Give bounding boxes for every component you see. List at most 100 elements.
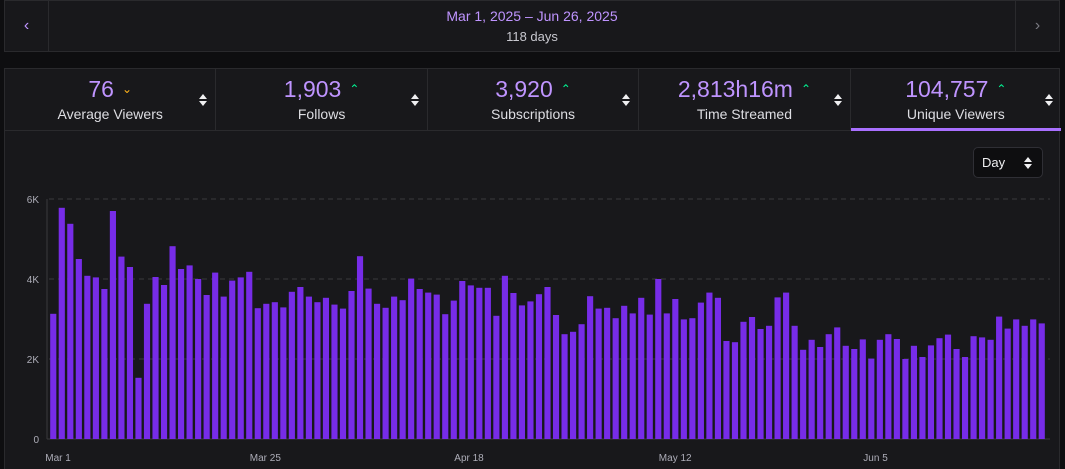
chart-bar [305, 296, 312, 439]
stats-panel: 76 ⌄ Average Viewers 1,903 ⌃ Follows 3,920 ⌃ Sub… [4, 68, 1062, 469]
chart-bar [220, 296, 227, 439]
chart-bar [927, 345, 935, 439]
x-tick-label: May 12 [659, 453, 692, 464]
chart-bar [595, 308, 602, 439]
metric-value: 2,813h16m [677, 75, 793, 102]
chart-bar [561, 334, 568, 439]
metric-label: Average Viewers [57, 105, 163, 122]
chart-bar [50, 313, 57, 439]
chart-bar [612, 318, 619, 439]
chart-bar [501, 275, 508, 439]
metric-tab-unique-viewers[interactable]: 104,757 ⌃ Unique Viewers [850, 69, 1062, 131]
granularity-select-label: Day [982, 155, 1006, 170]
chart-bar [263, 303, 270, 439]
chart-bar [450, 300, 457, 439]
chart-bar [817, 347, 824, 439]
next-period-button[interactable]: › [1015, 1, 1059, 51]
metric-value-row: 3,920 ⌃ [495, 75, 571, 102]
x-tick-label: Mar 25 [250, 453, 282, 464]
date-range-display: Mar 1, 2025 – Jun 26, 2025 118 days [49, 1, 1015, 51]
chart-bar [953, 349, 960, 439]
chart-bar [970, 336, 977, 439]
date-range-bar: ‹ Mar 1, 2025 – Jun 26, 2025 118 days › [4, 0, 1060, 52]
chart-bar [314, 302, 321, 439]
chevron-left-icon: ‹ [23, 17, 30, 34]
chart-bar [706, 292, 713, 439]
chart-bar [331, 304, 338, 439]
sort-arrows-icon[interactable] [410, 93, 419, 106]
chart-bar [126, 267, 134, 439]
chart-bar [1013, 319, 1020, 439]
metric-tab-subscriptions[interactable]: 3,920 ⌃ Subscriptions [428, 69, 640, 130]
chart-bar [834, 327, 841, 439]
chart-bar [535, 294, 543, 439]
sort-arrows-icon[interactable] [622, 93, 631, 106]
chart-bar [374, 303, 381, 439]
chart-bar [459, 281, 466, 439]
chart-bar [621, 305, 628, 439]
chart-bar [689, 318, 696, 439]
chart-bar [961, 357, 969, 439]
metric-label: Unique Viewers [906, 105, 1005, 122]
chart-bar [1038, 323, 1045, 439]
y-tick-label: 0 [33, 435, 39, 446]
chart-bar [885, 334, 892, 439]
chart-bar [587, 296, 594, 439]
metric-tab-follows[interactable]: 1,903 ⌃ Follows [216, 69, 428, 130]
chart-bar [493, 315, 500, 439]
trend-up-icon: ⌃ [560, 82, 571, 96]
chart-bar [936, 338, 943, 439]
y-tick-label: 4K [27, 275, 40, 286]
chart-bar [680, 319, 687, 439]
sort-arrows-icon[interactable] [199, 93, 208, 106]
metric-label: Time Streamed [696, 105, 793, 122]
granularity-select[interactable]: Day [973, 147, 1043, 178]
x-tick-label: Apr 18 [454, 453, 484, 464]
chart-bar [663, 313, 670, 439]
sort-arrows-icon[interactable] [833, 93, 842, 106]
chart-bar [391, 296, 398, 439]
chart-bar [1030, 319, 1037, 439]
chart-bar [178, 269, 185, 439]
chart-bar [186, 265, 193, 439]
chart-bar [237, 277, 244, 439]
chart-bar [433, 294, 440, 439]
trend-up-icon: ⌃ [349, 82, 360, 96]
y-tick-label: 6K [27, 195, 40, 206]
chart-bar [876, 339, 883, 439]
sort-arrows-icon[interactable] [1045, 93, 1054, 106]
chart-bar [604, 307, 611, 439]
chart-bar [246, 271, 253, 439]
chart-bar [552, 315, 560, 439]
metric-tab-time-streamed[interactable]: 2,813h16m ⌃ Time Streamed [639, 69, 851, 130]
chart-bar [212, 272, 219, 439]
chart-bar [774, 297, 781, 439]
sort-arrows-icon [1024, 156, 1032, 169]
chart-bar [297, 287, 304, 439]
metric-value-row: 1,903 ⌃ [284, 77, 360, 101]
chart-bar [135, 377, 142, 439]
chart-bar [783, 292, 790, 439]
chart-bar [399, 300, 406, 439]
metric-tab-average-viewers[interactable]: 76 ⌄ Average Viewers [5, 69, 217, 130]
previous-period-button[interactable]: ‹ [5, 1, 49, 51]
chart-bar [544, 287, 551, 439]
chart-bar [714, 297, 721, 439]
chart-bar [527, 301, 534, 439]
chart-bar [510, 293, 517, 439]
chart-bar [646, 314, 653, 439]
chart-bar [442, 314, 449, 439]
metric-value-row: 2,813h16m ⌃ [677, 75, 811, 102]
chart-bar [868, 358, 875, 439]
chart-bar [893, 339, 900, 439]
chart-bar [109, 211, 116, 439]
chart-bar [280, 307, 287, 439]
chart-bar [229, 280, 236, 439]
chart-bar [808, 339, 815, 439]
chart-bar [58, 207, 65, 439]
chart-bar [195, 279, 202, 439]
chart-bar [476, 287, 483, 439]
chart-bar [987, 339, 994, 439]
chart-bar [467, 285, 474, 439]
metric-value: 3,920 [495, 75, 553, 102]
